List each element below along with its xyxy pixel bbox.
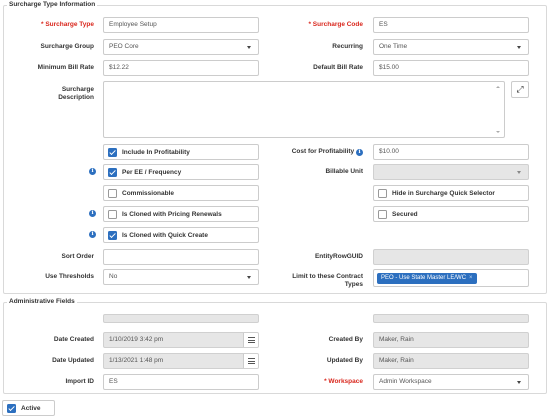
checkbox-box[interactable] — [108, 148, 117, 157]
entity-row-guid-input — [373, 249, 529, 265]
use-thresholds-select[interactable]: No — [103, 269, 259, 285]
expand-button[interactable]: ⤢ — [511, 81, 529, 98]
chevron-down-icon — [517, 171, 521, 174]
created-by-label: Created By — [328, 336, 363, 343]
admin-blank-field-left — [103, 314, 259, 323]
checkbox-box[interactable] — [108, 189, 117, 198]
checkbox-box[interactable] — [108, 168, 117, 177]
updated-by-input: Maker, Rain — [373, 353, 529, 369]
workspace-label: * Workspace — [324, 378, 363, 385]
cloned-with-quick-create-checkbox[interactable]: Is Cloned with Quick Create — [103, 227, 259, 243]
chevron-down-icon — [247, 46, 251, 49]
import-id-label: Import ID — [65, 378, 94, 385]
surcharge-code-label: * Surcharge Code — [308, 21, 363, 28]
checkbox-box[interactable] — [108, 231, 117, 240]
workspace-select[interactable]: Admin Workspace — [373, 374, 529, 390]
updated-by-label: Updated By — [326, 357, 363, 364]
surcharge-code-input[interactable]: ES — [373, 17, 529, 33]
checkbox-box[interactable] — [7, 404, 16, 413]
created-by-input: Maker, Rain — [373, 332, 529, 348]
contract-type-tag[interactable]: PEO - Use State Master LE/WC × — [377, 273, 477, 284]
default-bill-rate-label: Default Bill Rate — [313, 64, 363, 71]
minimum-bill-rate-label: Minimum Bill Rate — [37, 64, 94, 71]
info-icon[interactable]: i — [89, 168, 96, 175]
date-created-input[interactable]: 1/10/2019 3:42 pm — [103, 332, 259, 348]
admin-blank-field-right — [373, 314, 529, 323]
info-icon[interactable]: i — [89, 231, 96, 238]
surcharge-group-select[interactable]: PEO Core — [103, 39, 259, 55]
import-id-input[interactable]: ES — [103, 374, 259, 390]
contract-types-multiselect[interactable]: PEO - Use State Master LE/WC × — [373, 269, 529, 287]
date-updated-label: Date Updated — [52, 357, 94, 364]
info-icon[interactable]: i — [356, 149, 363, 156]
surcharge-info-legend: Surcharge Type Information — [7, 1, 98, 8]
date-updated-input[interactable]: 1/13/2021 1:48 pm — [103, 353, 259, 369]
default-bill-rate-input[interactable]: $15.00 — [373, 60, 529, 76]
per-ee-frequency-checkbox[interactable]: Per EE / Frequency — [103, 164, 259, 180]
billable-unit-select[interactable] — [373, 164, 529, 180]
surcharge-type-input[interactable]: Employee Setup — [103, 17, 259, 33]
chevron-down-icon — [517, 381, 521, 384]
surcharge-type-label: * Surcharge Type — [41, 21, 94, 28]
textarea-scrollbar[interactable] — [494, 84, 502, 135]
secured-checkbox[interactable]: Secured — [373, 206, 529, 222]
commissionable-checkbox[interactable]: Commissionable — [103, 185, 259, 201]
recurring-label: Recurring — [332, 43, 363, 50]
use-thresholds-label: Use Thresholds — [45, 273, 94, 280]
admin-legend: Administrative Fields — [7, 298, 77, 305]
cost-for-profitability-label: Cost for Profitability i — [270, 148, 363, 156]
calendar-icon — [248, 337, 255, 343]
cost-for-profitability-input[interactable]: $10.00 — [373, 144, 529, 160]
active-checkbox[interactable]: Active — [2, 400, 55, 416]
hide-in-quick-selector-checkbox[interactable]: Hide in Surcharge Quick Selector — [373, 185, 529, 201]
sort-order-label: Sort Order — [61, 253, 94, 260]
remove-tag-icon[interactable]: × — [469, 275, 473, 281]
surcharge-group-label: Surcharge Group — [40, 43, 94, 50]
surcharge-description-label: Surcharge Description — [58, 86, 94, 101]
recurring-select[interactable]: One Time — [373, 39, 529, 55]
include-in-profitability-checkbox[interactable]: Include In Profitability — [103, 144, 259, 160]
chevron-down-icon — [517, 46, 521, 49]
checkbox-box[interactable] — [108, 210, 117, 219]
minimum-bill-rate-input[interactable]: $12.22 — [103, 60, 259, 76]
billable-unit-label: Billable Unit — [325, 168, 363, 175]
entity-row-guid-label: EntityRowGUID — [314, 253, 363, 260]
expand-icon: ⤢ — [516, 84, 524, 94]
surcharge-description-textarea[interactable] — [103, 81, 505, 138]
info-icon[interactable]: i — [89, 210, 96, 217]
chevron-down-icon — [247, 276, 251, 279]
checkbox-box[interactable] — [378, 210, 387, 219]
cloned-with-pricing-renewals-checkbox[interactable]: Is Cloned with Pricing Renewals — [103, 206, 259, 222]
calendar-button[interactable] — [243, 333, 258, 347]
limit-contract-types-label: Limit to these Contract Types — [292, 273, 363, 288]
calendar-icon — [248, 358, 255, 364]
calendar-button[interactable] — [243, 354, 258, 368]
date-created-label: Date Created — [53, 336, 94, 343]
checkbox-box[interactable] — [378, 189, 387, 198]
sort-order-input[interactable] — [103, 249, 259, 265]
